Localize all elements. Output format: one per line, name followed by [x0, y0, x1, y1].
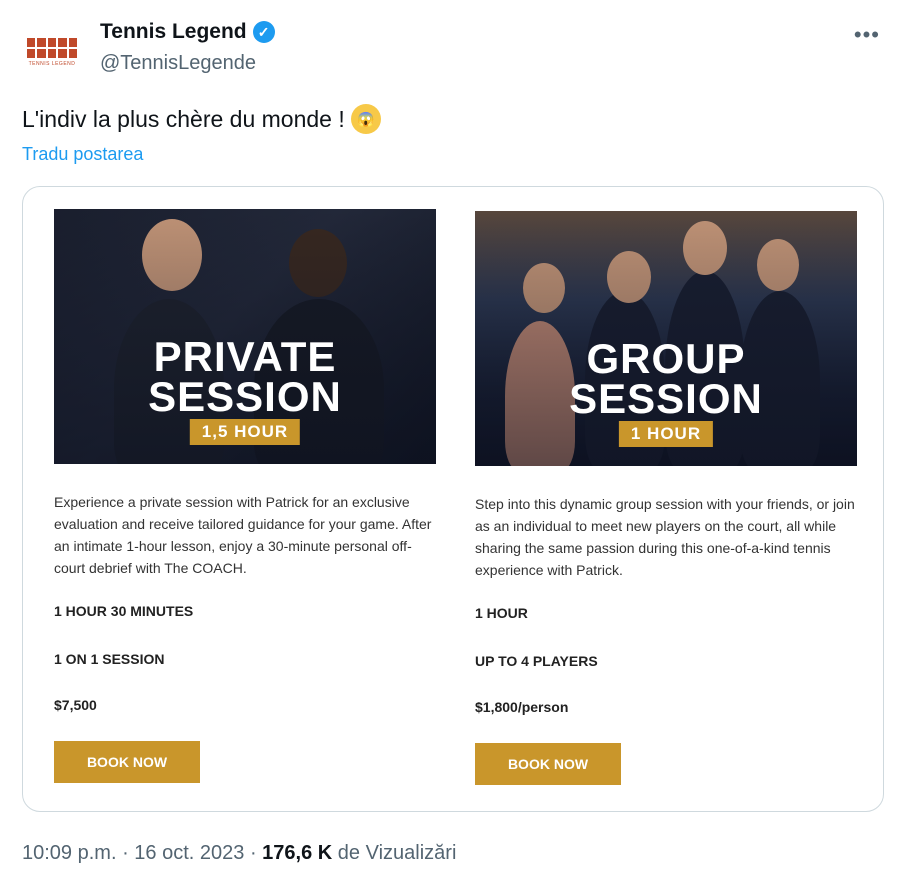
- private-duration: 1 HOUR 30 MINUTES: [54, 603, 194, 619]
- group-session-image[interactable]: GROUP SESSION 1 HOUR: [475, 211, 857, 466]
- more-options-icon[interactable]: •••: [854, 22, 880, 48]
- private-format: 1 ON 1 SESSION: [54, 651, 165, 667]
- image-title-line2: SESSION: [148, 373, 342, 420]
- avatar-caption: TENNIS LEGEND: [28, 60, 76, 67]
- meta-separator: ·: [244, 842, 263, 864]
- verified-check-icon: ✓: [252, 21, 275, 43]
- group-format: UP TO 4 PLAYERS: [475, 653, 598, 669]
- book-now-button-group[interactable]: BOOK NOW: [475, 743, 621, 785]
- media-card[interactable]: PRIVATE SESSION 1,5 HOUR Experience a pr…: [22, 186, 884, 812]
- group-duration: 1 HOUR: [475, 605, 528, 621]
- private-description: Experience a private session with Patric…: [54, 494, 432, 576]
- author-handle[interactable]: @TennisLegende: [100, 52, 256, 75]
- meta-separator: ·: [116, 842, 135, 864]
- tweet-text-content: L'indiv la plus chère du monde !: [22, 105, 345, 132]
- group-price: $1,800/person: [475, 699, 569, 715]
- tweet-text: L'indiv la plus chère du monde ! 😱: [22, 104, 381, 134]
- image-title-line2: SESSION: [569, 375, 763, 422]
- image-badge: 1 HOUR: [618, 421, 714, 447]
- face-screaming-in-fear-icon: 😱: [350, 104, 381, 134]
- avatar[interactable]: TENNIS LEGEND: [24, 24, 80, 80]
- logo-icon: [27, 37, 77, 58]
- author-name-text[interactable]: Tennis Legend: [100, 20, 247, 44]
- private-price: $7,500: [54, 697, 97, 713]
- tweet-time[interactable]: 10:09 p.m.: [22, 842, 117, 864]
- tweet-meta: 10:09 p.m. · 16 oct. 2023 · 176,6 K de V…: [22, 842, 456, 865]
- image-badge: 1,5 HOUR: [189, 419, 301, 445]
- views-count: 176,6 K: [262, 842, 333, 864]
- author-name[interactable]: Tennis Legend ✓: [100, 20, 275, 44]
- views-label: de Vizualizări: [337, 842, 457, 864]
- private-session-image[interactable]: PRIVATE SESSION 1,5 HOUR: [54, 209, 436, 464]
- tweet-date[interactable]: 16 oct. 2023: [134, 842, 244, 864]
- book-now-button-private[interactable]: BOOK NOW: [54, 741, 200, 783]
- group-description: Step into this dynamic group session wit…: [475, 496, 855, 578]
- translate-link[interactable]: Tradu postarea: [22, 144, 143, 165]
